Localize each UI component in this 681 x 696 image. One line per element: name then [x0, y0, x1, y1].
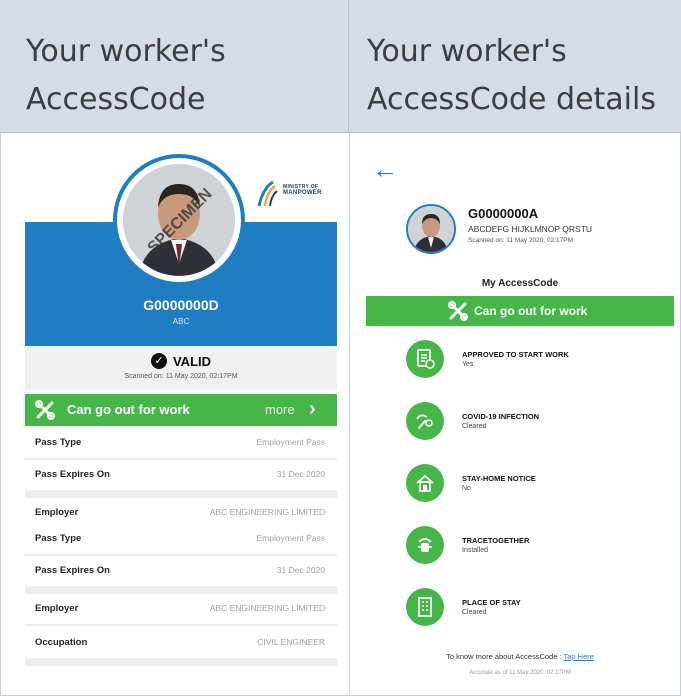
status-item: COVID-19 INFECTION Cleared — [404, 400, 664, 450]
arrow-left-icon[interactable]: ← — [372, 154, 398, 185]
worker-id: G0000000D — [143, 297, 219, 313]
detail-value: Employment Pass — [256, 437, 326, 447]
can-go-out-banner[interactable]: Can go out for work more › — [25, 394, 337, 426]
scanned-time: Scanned on: 11 May 2020, 02:17PM — [468, 237, 574, 244]
status-text: VALID — [172, 353, 212, 369]
left-header-line1: Your worker's — [26, 34, 226, 69]
detail-row: Occupation CIVIL ENGINEER — [25, 628, 337, 658]
virus-icon — [406, 402, 444, 440]
building-icon — [406, 588, 444, 626]
worker-photo: SPECIMEN — [113, 154, 245, 286]
chevron-right-icon[interactable]: › — [309, 398, 316, 421]
detail-row: Pass Expires On 31 Dec 2020 — [25, 460, 337, 490]
check-circle-icon: ✓ — [150, 353, 167, 369]
worker-id: G0000000A — [468, 206, 539, 221]
footer-note: To know more about AccessCode : Tap Here — [364, 652, 676, 661]
item-status: Yes — [462, 361, 474, 368]
left-header-line2: AccessCode — [26, 82, 206, 117]
accesscode-details: ← G0000000A ABCDEFG HIJKLMNOP QRSTU Scan… — [364, 148, 676, 688]
detail-value: Employment Pass — [256, 533, 326, 543]
tap-here-link[interactable]: Tap Here — [564, 652, 594, 661]
item-title: TRACETOGETHER — [462, 536, 530, 545]
detail-row: Pass Type Employment Pass — [25, 524, 337, 554]
right-header-line1: Your worker's — [367, 34, 567, 69]
detail-value: ABC ENGINEERING LIMITED — [209, 507, 325, 517]
item-status: No — [462, 485, 471, 492]
status-item: APPROVED TO START WORK Yes — [404, 338, 664, 388]
banner-label: Can go out for work — [474, 304, 588, 318]
status-item: TRACETOGETHER Installed — [404, 524, 664, 574]
status-item: STAY-HOME NOTICE No — [404, 462, 664, 512]
row-divider — [25, 624, 337, 626]
detail-key: Occupation — [35, 637, 88, 648]
tools-icon — [448, 301, 468, 321]
scanned-time: Scanned on: 11 May 2020, 02:17PM — [124, 373, 238, 380]
more-link[interactable]: more — [265, 402, 295, 417]
detail-key: Pass Expires On — [35, 469, 110, 480]
detail-row: Employer ABC ENGINEERING LIMITED — [25, 594, 337, 624]
item-status: Cleared — [462, 423, 487, 430]
panel-divider — [349, 133, 350, 696]
mom-logo-line2: MANPOWER — [283, 190, 322, 196]
accurate-as-of: Accurate as of 11 May 2020, 02:17PM — [469, 670, 571, 676]
item-status: Installed — [462, 547, 489, 554]
row-divider — [25, 586, 337, 594]
item-status: Cleared — [462, 609, 487, 616]
worker-photo-image: SPECIMEN — [123, 164, 235, 276]
item-title: APPROVED TO START WORK — [462, 350, 569, 359]
detail-key: Pass Type — [35, 437, 82, 448]
detail-value: CIVIL ENGINEER — [257, 637, 325, 647]
worker-name: ABC — [172, 317, 190, 326]
status-row: ✓ VALID — [25, 353, 337, 369]
home-icon — [406, 464, 444, 502]
row-divider — [25, 490, 337, 498]
detail-row: Pass Expires On 31 Dec 2020 — [25, 556, 337, 586]
tools-icon — [35, 400, 55, 420]
tracetogether-icon — [406, 526, 444, 564]
detail-key: Employer — [35, 603, 79, 614]
detail-key: Employer — [35, 507, 79, 518]
detail-value: 31 Dec 2020 — [276, 469, 325, 479]
detail-row: Pass Type Employment Pass — [25, 428, 337, 458]
detail-key: Pass Type — [35, 533, 82, 544]
status-item: PLACE OF STAY Cleared — [404, 586, 664, 636]
left-header: Your worker's AccessCode — [0, 0, 349, 133]
item-title: PLACE OF STAY — [462, 598, 521, 607]
accesscode-card: SPECIMEN MINISTRY OF MANPOWER G0000000D … — [25, 150, 337, 680]
detail-key: Pass Expires On — [35, 565, 110, 576]
mom-logo-text: MINISTRY OF MANPOWER — [283, 184, 322, 196]
item-title: COVID-19 INFECTION — [462, 412, 540, 421]
can-go-out-banner: Can go out for work — [366, 296, 674, 326]
right-header-title: Your worker's AccessCode details — [367, 28, 656, 124]
detail-value: 31 Dec 2020 — [276, 565, 325, 575]
worker-name: ABCDEFG HIJKLMNOP QRSTU — [468, 224, 593, 234]
section-title: My AccessCode — [481, 278, 559, 289]
banner-label: Can go out for work — [67, 402, 190, 417]
left-header-title: Your worker's AccessCode — [26, 28, 226, 124]
right-header: Your worker's AccessCode details — [349, 0, 681, 133]
footer-text: To know more about AccessCode : — [446, 652, 562, 661]
item-title: STAY-HOME NOTICE — [462, 474, 536, 483]
right-header-line2: AccessCode details — [367, 82, 656, 117]
worker-photo-small — [406, 204, 456, 254]
row-divider — [25, 658, 337, 666]
document-icon — [406, 340, 444, 378]
detail-value: ABC ENGINEERING LIMITED — [209, 603, 325, 613]
